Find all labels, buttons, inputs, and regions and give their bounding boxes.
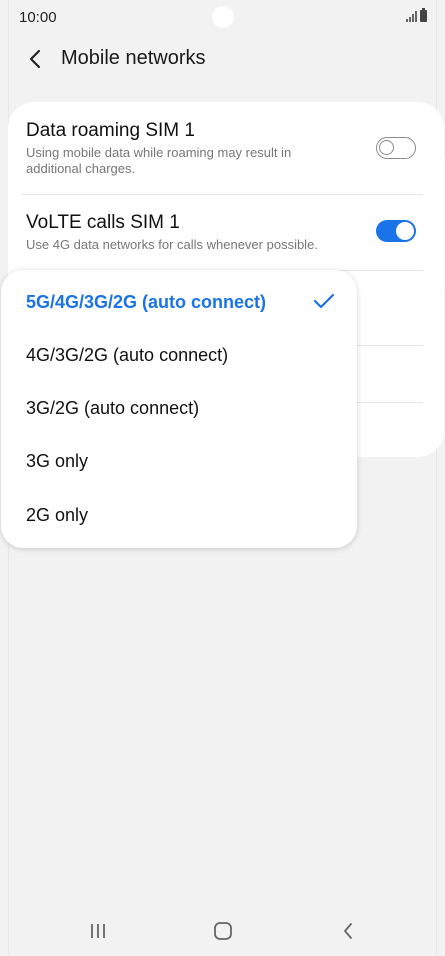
recents-button[interactable] — [83, 916, 113, 946]
network-mode-option[interactable]: 2G only — [1, 489, 357, 542]
divider — [22, 194, 423, 195]
option-label: 3G only — [26, 451, 89, 471]
setting-subtitle: Using mobile data while roaming may resu… — [26, 145, 292, 176]
status-icons — [406, 8, 427, 22]
setting-title: VoLTE calls SIM 1 — [26, 212, 180, 233]
network-mode-option[interactable]: 3G only — [1, 435, 357, 488]
option-label: 5G/4G/3G/2G (auto connect) — [26, 292, 267, 312]
network-mode-option[interactable]: 3G/2G (auto connect) — [1, 382, 357, 435]
setting-subtitle: Use 4G data networks for calls whenever … — [26, 237, 318, 252]
data-roaming-toggle[interactable] — [376, 137, 416, 159]
option-label: 2G only — [26, 505, 89, 525]
toggle-knob — [395, 221, 415, 241]
option-label: 3G/2G (auto connect) — [26, 398, 200, 418]
network-mode-option[interactable]: 4G/3G/2G (auto connect) — [1, 329, 357, 382]
back-icon — [344, 923, 352, 939]
back-button[interactable] — [22, 46, 48, 72]
battery-icon — [420, 8, 427, 22]
data-roaming-row[interactable]: Data roaming SIM 1 Using mobile data whi… — [26, 120, 424, 177]
network-mode-option[interactable]: 5G/4G/3G/2G (auto connect) — [1, 276, 357, 329]
volte-calls-toggle[interactable] — [376, 220, 416, 242]
front-camera — [212, 6, 234, 28]
toggle-knob — [379, 140, 394, 155]
status-time: 10:00 — [19, 9, 57, 26]
home-icon — [214, 922, 232, 940]
setting-title: Data roaming SIM 1 — [26, 120, 195, 141]
page-title: Mobile networks — [61, 47, 206, 69]
signal-icon — [406, 10, 417, 22]
chevron-left-icon — [29, 49, 41, 69]
check-icon — [313, 293, 335, 309]
network-mode-popup: 5G/4G/3G/2G (auto connect) 4G/3G/2G (aut… — [1, 270, 357, 548]
home-button[interactable] — [208, 916, 238, 946]
status-bar: 10:00 — [0, 0, 445, 36]
header: Mobile networks — [0, 36, 445, 84]
option-label: 4G/3G/2G (auto connect) — [26, 345, 229, 365]
volte-calls-row[interactable]: VoLTE calls SIM 1 Use 4G data networks f… — [26, 212, 424, 253]
system-back-button[interactable] — [333, 916, 363, 946]
navigation-bar — [0, 900, 445, 956]
recents-icon — [91, 924, 105, 938]
